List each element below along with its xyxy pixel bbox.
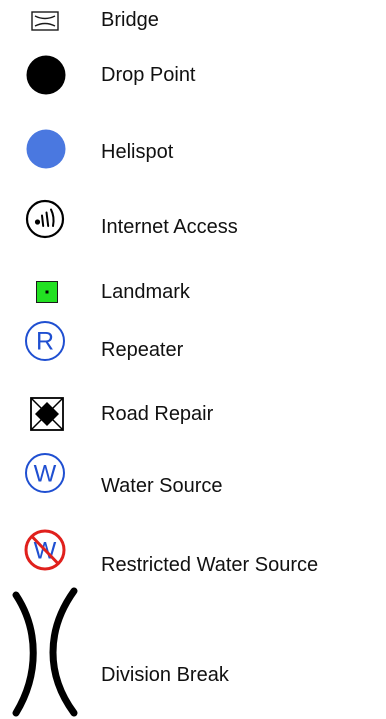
- water-source-icon: W: [24, 452, 66, 494]
- map-legend: Bridge Drop Point Helispot Internet Acce…: [0, 0, 386, 719]
- helispot-icon: [26, 129, 66, 169]
- legend-label: Drop Point: [101, 64, 196, 86]
- legend-item-restricted-water-source: W Restricted Water Source: [0, 528, 386, 578]
- restricted-water-source-icon: W: [23, 528, 67, 572]
- legend-item-road-repair: Road Repair: [0, 397, 386, 441]
- legend-label: Helispot: [101, 141, 174, 163]
- division-break-icon: [6, 585, 86, 717]
- legend-item-landmark: Landmark: [0, 272, 386, 312]
- repeater-icon: R: [24, 320, 66, 362]
- svg-text:R: R: [36, 328, 54, 356]
- legend-label: Landmark: [101, 281, 190, 303]
- legend-item-bridge: Bridge: [0, 0, 386, 44]
- legend-label: Internet Access: [101, 216, 238, 238]
- landmark-icon: [36, 281, 58, 303]
- svg-text:W: W: [34, 461, 57, 488]
- legend-label: Bridge: [101, 9, 159, 31]
- legend-label: Water Source: [101, 475, 223, 497]
- internet-access-icon: [25, 199, 65, 239]
- legend-item-repeater: R Repeater: [0, 320, 386, 370]
- legend-item-water-source: W Water Source: [0, 452, 386, 502]
- legend-item-drop-point: Drop Point: [0, 54, 386, 98]
- legend-item-internet-access: Internet Access: [0, 199, 386, 243]
- legend-label: Road Repair: [101, 403, 214, 425]
- drop-point-icon: [26, 55, 66, 95]
- legend-label: Division Break: [101, 664, 229, 686]
- legend-item-helispot: Helispot: [0, 127, 386, 171]
- road-repair-icon: [30, 397, 64, 431]
- legend-label: Restricted Water Source: [101, 554, 319, 576]
- bridge-icon: [31, 11, 59, 31]
- legend-item-division-break: Division Break: [0, 585, 386, 719]
- legend-label: Repeater: [101, 339, 184, 361]
